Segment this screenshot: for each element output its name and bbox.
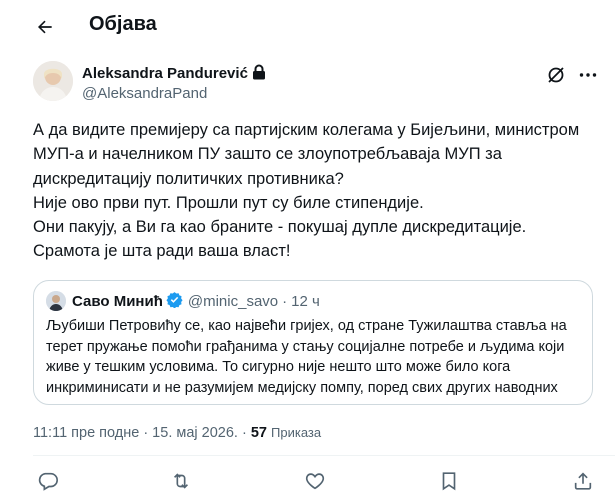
author-name-text: Aleksandra Pandurević: [82, 65, 248, 82]
quoted-text-line: инкриминисати и не разумијем медијску по…: [46, 379, 558, 396]
post-text-line: Срамота је шта ради ваша власт!: [33, 242, 291, 261]
quoted-author-name: Саво Минић: [72, 292, 163, 310]
bookmark-button[interactable]: [438, 470, 462, 494]
author-handle[interactable]: @AleksandraPand: [82, 85, 207, 102]
quoted-post-header: Саво Минић @minic_savo · 12 ч: [46, 290, 320, 312]
post-timestamp[interactable]: 11:11 пре подне · 15. мај 2026.: [33, 425, 238, 441]
quoted-separator: ·: [282, 292, 288, 310]
post-text: А да видите премијеру са партијским коле…: [33, 118, 593, 264]
quoted-author-handle: @minic_savo: [187, 292, 279, 310]
post-text-line: Они пакују, а Ви га као браните - покуша…: [33, 218, 527, 237]
reply-button[interactable]: [37, 470, 61, 494]
like-icon: [305, 473, 325, 490]
post-text-line: А да видите премијеру са партијским коле…: [33, 121, 580, 139]
back-button[interactable]: [28, 10, 62, 44]
quoted-post-text: Љубиши Петровићу се, као највећи гријех,…: [46, 316, 586, 398]
share-button[interactable]: [572, 470, 596, 494]
reply-icon: [38, 472, 58, 491]
more-icon[interactable]: [578, 65, 598, 85]
repost-icon: [173, 473, 189, 489]
quoted-time: 12 ч: [291, 292, 320, 310]
post-text-line: Није ово први пут. Прошли пут су биле ст…: [33, 193, 424, 212]
quoted-text-line: Љубиши Петровићу се, као највећи гријех,…: [46, 318, 567, 334]
post-author: Aleksandra Pandurević @AleksandraPand: [33, 61, 598, 105]
avatar[interactable]: [33, 61, 73, 101]
meta-separator: ·: [241, 425, 247, 441]
quoted-text-line: живе у тешким условима. То сигурно није …: [46, 359, 511, 375]
lock-icon: [252, 64, 266, 84]
like-button[interactable]: [304, 470, 328, 494]
bookmark-icon: [442, 472, 456, 491]
arrow-left-icon: [38, 20, 52, 34]
views-label: Приказа: [271, 425, 322, 440]
post-text-line: дискредитацију политичких противника?: [33, 169, 344, 188]
author-name[interactable]: Aleksandra Pandurević: [82, 64, 266, 84]
action-bar: [0, 470, 615, 498]
post-meta: 11:11 пре подне · 15. мај 2026. · 57 При…: [33, 425, 321, 441]
quoted-post[interactable]: Саво Минић @minic_savo · 12 ч Љубиши Пет…: [33, 280, 593, 405]
page-title: Објава: [89, 13, 157, 35]
post-text-line: МУП-а и начелником ПУ зашто се злоупотре…: [33, 145, 502, 164]
verified-badge-icon: [166, 291, 183, 312]
quoted-avatar: [46, 291, 66, 311]
share-icon: [574, 472, 592, 490]
grok-icon[interactable]: [546, 65, 566, 85]
repost-button[interactable]: [170, 470, 194, 494]
views-count: 57: [250, 425, 267, 441]
quoted-text-line: терет пружање помоћи грађанима у стању с…: [46, 338, 565, 355]
header: Објава: [0, 0, 615, 53]
divider: [33, 455, 615, 456]
